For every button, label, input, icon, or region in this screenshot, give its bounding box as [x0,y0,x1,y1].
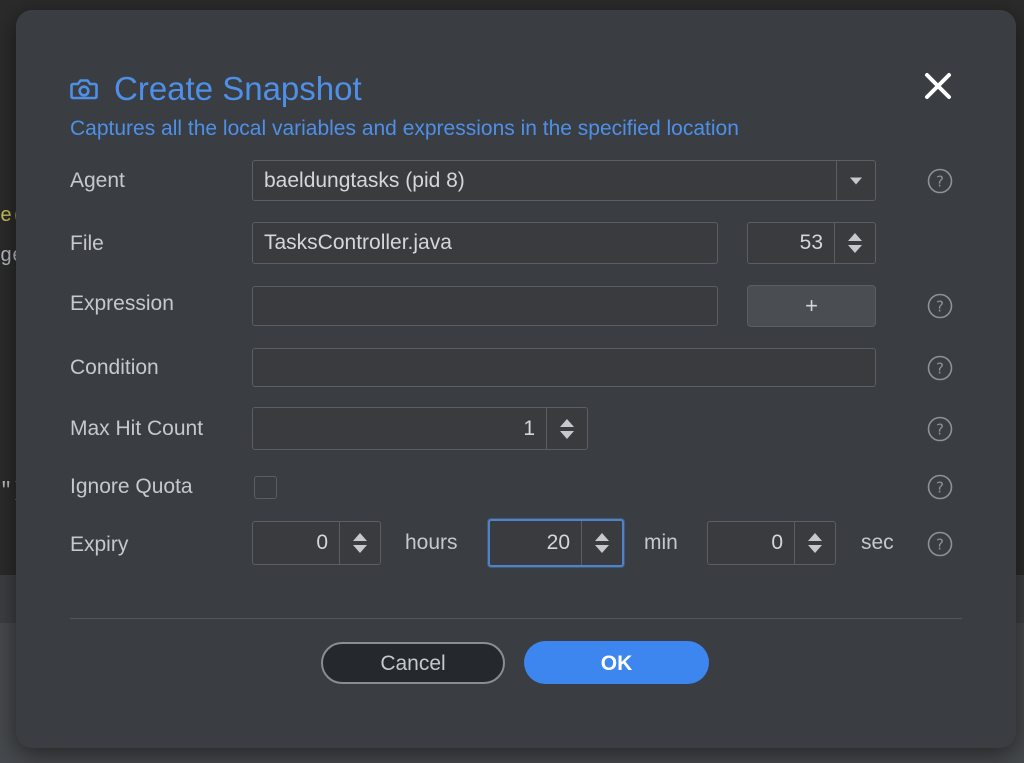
ignore-quota-checkbox[interactable] [254,476,277,499]
svg-text:?: ? [936,536,944,554]
stepper-arrows[interactable] [581,521,622,565]
line-number-value: 53 [799,231,823,254]
dropdown-separator [835,161,837,200]
up-down-arrows-icon [353,533,367,553]
minutes-unit-label: min [644,531,678,554]
hours-unit-label: hours [405,531,458,554]
create-snapshot-dialog: Create Snapshot Captures all the local v… [16,10,1016,748]
ignore-quota-label: Ignore Quota [70,475,193,498]
condition-input[interactable] [252,348,876,387]
up-down-arrows-icon [560,418,574,439]
seconds-unit-label: sec [861,531,894,554]
expiry-hours-value: 0 [316,531,328,554]
expression-input[interactable] [252,286,718,326]
camera-icon [70,79,98,100]
file-input[interactable]: TasksController.java [252,222,718,264]
condition-label: Condition [70,356,159,379]
file-input-value: TasksController.java [264,231,452,254]
help-icon[interactable]: ? [927,355,953,381]
expiry-minutes-value: 20 [546,531,570,554]
up-down-arrows-icon [595,533,609,553]
stepper-arrows[interactable] [794,522,835,564]
stepper-arrows[interactable] [834,223,875,263]
expiry-hours-stepper[interactable]: 0 [252,521,381,565]
line-number-stepper[interactable]: 53 [747,222,876,264]
add-expression-button[interactable]: + [747,285,876,327]
close-icon[interactable] [920,68,956,104]
help-icon[interactable]: ? [927,474,953,500]
agent-label: Agent [70,169,125,192]
dialog-title: Create Snapshot [114,70,362,107]
expiry-label: Expiry [70,533,129,556]
expiry-seconds-value: 0 [771,531,783,554]
dialog-subtitle: Captures all the local variables and exp… [70,117,739,140]
max-hit-count-stepper[interactable]: 1 [252,407,588,450]
help-icon[interactable]: ? [927,531,953,557]
svg-text:?: ? [936,173,944,191]
max-hit-count-label: Max Hit Count [70,417,204,440]
agent-select-value: baeldungtasks (pid 8) [264,168,465,192]
up-down-arrows-icon [808,533,822,553]
stepper-arrows[interactable] [339,522,380,564]
help-icon[interactable]: ? [927,293,953,319]
svg-text:?: ? [936,298,944,316]
expiry-seconds-stepper[interactable]: 0 [707,521,836,565]
expiry-minutes-stepper[interactable]: 20 [488,519,624,567]
svg-text:?: ? [936,421,944,439]
max-hit-count-value: 1 [523,416,535,440]
footer-divider [70,618,962,619]
expression-label: Expression [70,292,174,315]
help-icon[interactable]: ? [927,168,953,194]
agent-select[interactable]: baeldungtasks (pid 8) [252,160,876,201]
dialog-header: Create Snapshot [70,70,362,108]
ok-button[interactable]: OK [524,641,709,684]
up-down-arrows-icon [848,233,862,253]
file-label: File [70,232,104,255]
cancel-button[interactable]: Cancel [321,642,505,684]
svg-text:?: ? [936,479,944,497]
stepper-arrows[interactable] [546,408,587,449]
chevron-down-icon [850,177,862,184]
help-icon[interactable]: ? [927,416,953,442]
svg-text:?: ? [936,360,944,378]
